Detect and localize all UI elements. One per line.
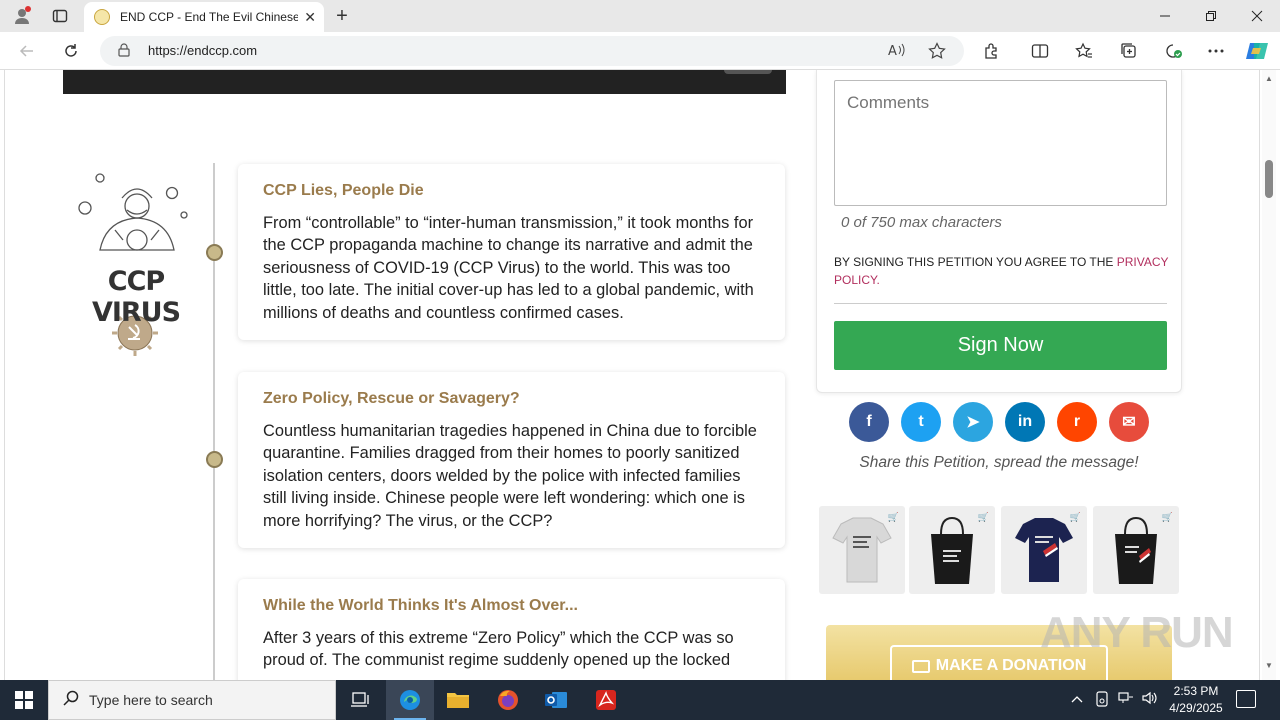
- browser-essentials-icon[interactable]: [1161, 40, 1185, 62]
- svg-text:A: A: [888, 44, 897, 58]
- timeline-card: CCP Lies, People Die From “controllable”…: [238, 164, 785, 340]
- edge-taskbar-icon[interactable]: [386, 680, 434, 720]
- telegram-share-icon[interactable]: ➤: [953, 402, 993, 442]
- product-tote-flag[interactable]: 🛒: [1093, 506, 1179, 594]
- lock-icon: [118, 43, 130, 60]
- site-favicon-icon: [94, 9, 110, 25]
- address-bar: https://endccp.com A: [0, 32, 1280, 70]
- taskbar-search-input[interactable]: Type here to search: [48, 680, 336, 720]
- collections-icon[interactable]: [1117, 40, 1141, 62]
- browser-tab-bar: END CCP - End The Evil Chinese ✕ +: [0, 0, 1280, 32]
- card-icon: [911, 659, 930, 673]
- email-share-icon[interactable]: ✉: [1109, 402, 1149, 442]
- reddit-share-icon[interactable]: r: [1057, 402, 1097, 442]
- twitter-share-icon[interactable]: t: [901, 402, 941, 442]
- video-control[interactable]: [724, 70, 772, 74]
- cart-icon[interactable]: 🛒: [1070, 512, 1081, 523]
- char-count: 0 of 750 max characters: [841, 214, 1002, 231]
- profile-icon[interactable]: [6, 4, 38, 28]
- outlook-icon[interactable]: [532, 680, 580, 720]
- minimize-icon[interactable]: [1142, 0, 1188, 32]
- product-tshirt-gray[interactable]: 🛒: [819, 506, 905, 594]
- tab-endccp[interactable]: END CCP - End The Evil Chinese ✕: [84, 2, 324, 32]
- copilot-icon[interactable]: [1245, 40, 1269, 62]
- file-explorer-icon[interactable]: [434, 680, 482, 720]
- taskbar: Type here to search 2:53 PM 4/29/2025: [0, 680, 1280, 720]
- share-buttons: f t ➤ in r ✉: [849, 402, 1159, 442]
- card-title: CCP Lies, People Die: [263, 182, 424, 199]
- cart-icon[interactable]: 🛒: [888, 512, 899, 523]
- extensions-icon[interactable]: [979, 40, 1003, 62]
- acrobat-icon[interactable]: [582, 680, 630, 720]
- petition-form: 0 of 750 max characters BY SIGNING THIS …: [816, 70, 1182, 393]
- sign-now-button[interactable]: Sign Now: [834, 321, 1167, 370]
- video-player[interactable]: [63, 70, 786, 94]
- agreement-text: BY SIGNING THIS PETITION YOU AGREE TO TH…: [834, 253, 1169, 289]
- scroll-up-icon[interactable]: ▲: [1265, 74, 1273, 83]
- more-menu-icon[interactable]: [1204, 40, 1228, 62]
- refresh-icon[interactable]: [58, 39, 84, 63]
- anyrun-watermark: ANY RUN: [1040, 608, 1234, 657]
- clock-time: 2:53 PM: [1173, 684, 1219, 698]
- scroll-down-icon[interactable]: ▼: [1265, 661, 1273, 670]
- card-body: From “controllable” to “inter-human tran…: [263, 214, 754, 322]
- comments-field[interactable]: [834, 80, 1167, 206]
- cart-icon[interactable]: 🛒: [1162, 512, 1173, 523]
- new-tab-button[interactable]: +: [330, 4, 354, 28]
- favorite-star-icon[interactable]: [928, 42, 946, 64]
- facebook-share-icon[interactable]: f: [849, 402, 889, 442]
- timeline-line: [213, 163, 215, 680]
- volume-icon[interactable]: [1142, 691, 1158, 708]
- card-title: While the World Thinks It's Almost Over.…: [263, 597, 578, 614]
- firefox-icon[interactable]: [484, 680, 532, 720]
- cart-icon[interactable]: 🛒: [978, 512, 989, 523]
- network-icon[interactable]: [1118, 691, 1134, 708]
- task-view-icon[interactable]: [336, 680, 384, 720]
- timeline-card: While the World Thinks It's Almost Over.…: [238, 579, 785, 680]
- donation-label: MAKE A DONATION: [935, 657, 1087, 674]
- agreement-label: BY SIGNING THIS PETITION YOU AGREE TO TH…: [834, 255, 1117, 269]
- close-window-icon[interactable]: [1234, 0, 1280, 32]
- split-screen-icon[interactable]: [1028, 40, 1052, 62]
- back-icon[interactable]: [14, 39, 40, 63]
- url-text: https://endccp.com: [148, 43, 258, 58]
- timeline-dot: [206, 451, 223, 468]
- divider: [834, 303, 1167, 304]
- linkedin-share-icon[interactable]: in: [1005, 402, 1045, 442]
- windows-start-icon[interactable]: [0, 680, 48, 720]
- clock-date: 4/29/2025: [1169, 701, 1223, 715]
- timeline-dot: [206, 244, 223, 261]
- search-placeholder: Type here to search: [89, 692, 213, 708]
- share-caption: Share this Petition, spread the message!: [859, 454, 1139, 471]
- favorites-icon[interactable]: [1072, 40, 1096, 62]
- device-icon[interactable]: [1095, 691, 1109, 710]
- taskbar-clock[interactable]: 2:53 PM 4/29/2025: [1166, 683, 1226, 717]
- restore-icon[interactable]: [1188, 0, 1234, 32]
- page-viewport: CCP VIRUS CCP Lies, People Die From “con…: [0, 70, 1280, 680]
- tab-title: END CCP - End The Evil Chinese: [120, 10, 299, 24]
- search-icon: [63, 690, 79, 711]
- url-field[interactable]: https://endccp.com A: [100, 36, 964, 66]
- page-scrollbar[interactable]: ▲ ▼: [1262, 70, 1276, 680]
- card-body: After 3 years of this extreme “Zero Poli…: [263, 629, 734, 670]
- notification-icon[interactable]: [1236, 690, 1256, 708]
- tab-close-icon[interactable]: ✕: [304, 9, 316, 26]
- ccp-virus-logo: [70, 170, 200, 360]
- tray-expand-icon[interactable]: [1071, 691, 1083, 707]
- ccp-virus-title: CCP VIRUS: [91, 266, 181, 328]
- card-body: Countless humanitarian tragedies happene…: [263, 422, 757, 530]
- timeline-card: Zero Policy, Rescue or Savagery? Countle…: [238, 372, 785, 548]
- product-tshirt-navy[interactable]: 🛒: [1001, 506, 1087, 594]
- product-tote-black[interactable]: 🛒: [909, 506, 995, 594]
- scroll-thumb[interactable]: [1265, 160, 1273, 198]
- card-title: Zero Policy, Rescue or Savagery?: [263, 390, 520, 407]
- read-aloud-icon[interactable]: A: [888, 42, 906, 62]
- tab-actions-icon[interactable]: [44, 4, 76, 28]
